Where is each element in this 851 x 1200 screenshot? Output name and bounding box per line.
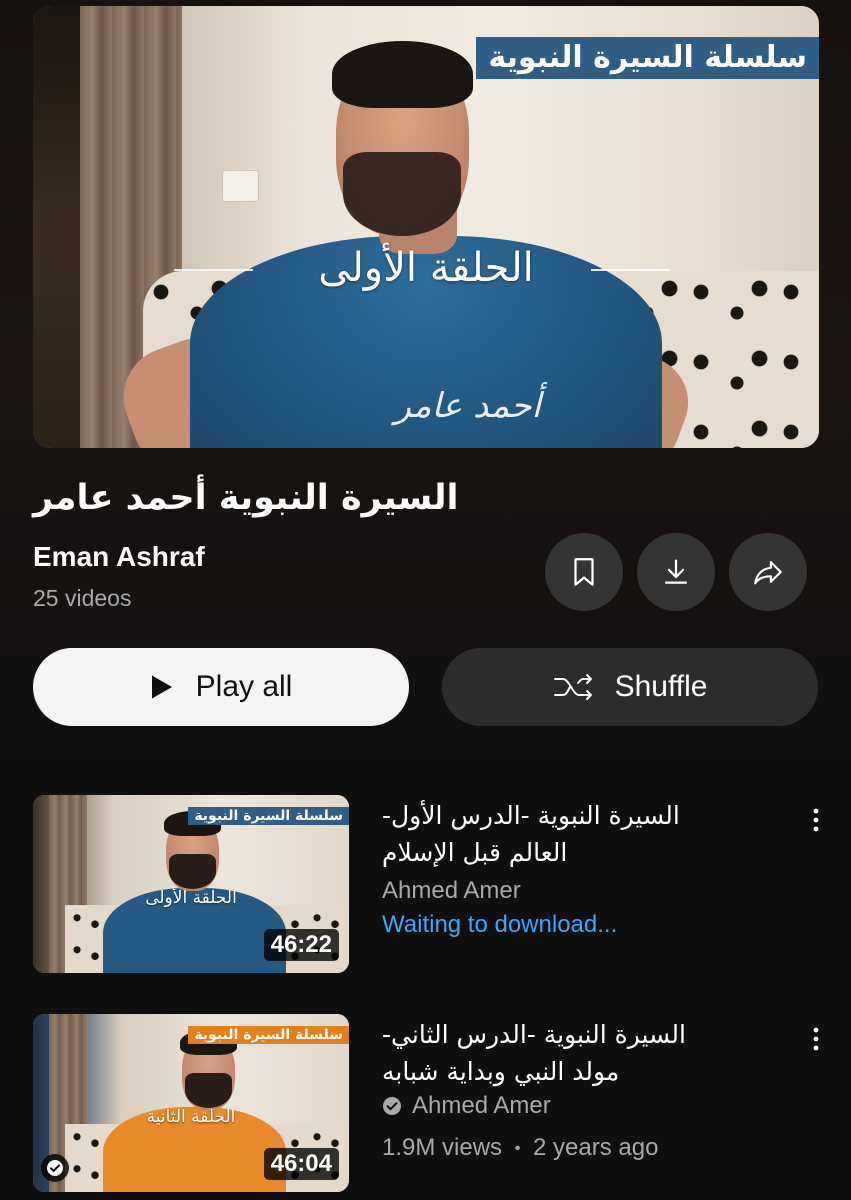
playlist-owner[interactable]: Eman Ashraf <box>33 541 205 573</box>
downloaded-badge-icon <box>383 1097 401 1115</box>
channel-name: Ahmed Amer <box>382 877 521 904</box>
channel-name: Ahmed Amer <box>412 1092 551 1119</box>
video-thumbnail[interactable]: سلسلة السيرة النبوية الحلقة الثانية 46:0… <box>33 1014 349 1192</box>
play-icon <box>151 675 172 699</box>
playlist-video-count: 25 videos <box>33 585 132 611</box>
shuffle-label: Shuffle <box>614 670 708 703</box>
play-all-label: Play all <box>195 670 293 703</box>
video-more-button[interactable] <box>806 1022 826 1056</box>
video-more-button[interactable] <box>806 803 826 837</box>
bookmark-icon <box>574 558 594 586</box>
thumbnail-episode-label: الحلقة الثانية <box>146 1106 236 1127</box>
downloaded-check-icon <box>41 1154 69 1182</box>
episode-label: الحلقة الأولى <box>318 244 534 291</box>
video-list-item[interactable]: سلسلة السيرة النبوية الحلقة الثانية 46:0… <box>33 1014 833 1192</box>
play-all-button[interactable]: Play all <box>33 648 409 726</box>
shuffle-button[interactable]: Shuffle <box>442 648 818 726</box>
thumbnail-episode-label: الحلقة الأولى <box>145 887 237 908</box>
thumbnail-series-banner: سلسلة السيرة النبوية <box>188 1026 349 1045</box>
series-banner: سلسلة السيرة النبوية <box>476 36 819 80</box>
video-duration: 46:22 <box>263 929 339 961</box>
share-icon <box>754 561 782 585</box>
video-channel[interactable]: Ahmed Amer <box>382 877 521 905</box>
shuffle-icon <box>553 674 592 700</box>
share-playlist-button[interactable] <box>729 533 807 611</box>
video-list-item[interactable]: سلسلة السيرة النبوية الحلقة الأولى 46:22… <box>33 795 833 973</box>
more-vert-icon <box>813 1027 819 1051</box>
video-title-line-1: السيرة النبوية -الدرس الأول- <box>382 801 680 830</box>
download-playlist-button[interactable] <box>637 533 715 611</box>
video-channel[interactable]: Ahmed Amer <box>382 1092 551 1120</box>
meta-separator: • <box>514 1139 521 1157</box>
video-title-line-2: مولد النبي وبداية شبابه <box>382 1057 620 1086</box>
video-title-line-1: السيرة النبوية -الدرس الثاني- <box>382 1020 686 1049</box>
video-title[interactable]: السيرة النبوية -الدرس الأول- العالم قبل … <box>382 797 792 871</box>
video-thumbnail[interactable]: سلسلة السيرة النبوية الحلقة الأولى 46:22 <box>33 795 349 973</box>
thumbnail-series-banner: سلسلة السيرة النبوية <box>188 807 349 826</box>
view-count: 1.9M views <box>382 1134 503 1161</box>
video-meta: 1.9M views • 2 years ago <box>382 1134 658 1162</box>
upload-age: 2 years ago <box>533 1134 659 1161</box>
save-playlist-button[interactable] <box>545 533 623 611</box>
more-vert-icon <box>813 808 819 832</box>
signature-logo: ﺃﺣﻤﺪ ﻋﺎﻣﺮ <box>394 386 541 427</box>
playlist-hero-thumbnail[interactable]: ﺃﺣﻤﺪ ﻋﺎﻣﺮ سلسلة السيرة النبوية الحلقة ال… <box>33 6 819 448</box>
playlist-title: السيرة النبوية أحمد عامر <box>33 478 459 518</box>
video-duration: 46:04 <box>263 1148 339 1180</box>
video-title-line-2: العالم قبل الإسلام <box>382 838 568 867</box>
video-title[interactable]: السيرة النبوية -الدرس الثاني- مولد النبي… <box>382 1016 792 1090</box>
download-status: Waiting to download... <box>382 911 618 938</box>
download-icon <box>664 559 688 584</box>
